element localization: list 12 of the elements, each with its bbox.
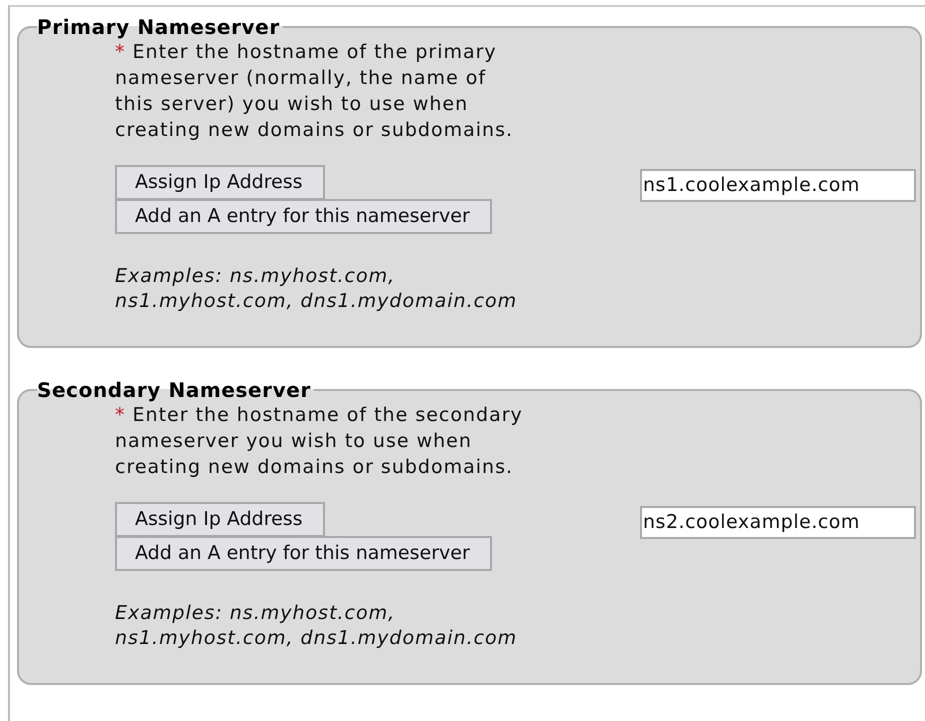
action-button[interactable]: Assign Ip Address bbox=[115, 502, 325, 537]
description-text: * Enter the hostname of the primary nameserver (normally, the name of this server) you wish to use when creating new domains or subdomains. bbox=[115, 40, 514, 143]
action-button[interactable]: Add an A entry for this nameserver bbox=[115, 536, 492, 571]
hostname-field[interactable]: ns1.coolexample.com bbox=[640, 169, 916, 202]
action-button[interactable]: Add an A entry for this nameserver bbox=[115, 199, 492, 234]
section-legend: Primary Nameserver bbox=[37, 15, 283, 39]
examples-text: Examples: ns.myhost.com, ns1.myhost.com, dns1.mydomain.com bbox=[115, 264, 518, 314]
section-legend: Secondary Nameserver bbox=[37, 378, 314, 402]
examples-text: Examples: ns.myhost.com, ns1.myhost.com, dns1.mydomain.com bbox=[115, 601, 518, 651]
hostname-field[interactable]: ns2.coolexample.com bbox=[640, 506, 916, 539]
action-button[interactable]: Assign Ip Address bbox=[115, 165, 325, 200]
description-text: * Enter the hostname of the secondary nameserver you wish to use when creating new domains or subdomains. bbox=[115, 403, 524, 480]
